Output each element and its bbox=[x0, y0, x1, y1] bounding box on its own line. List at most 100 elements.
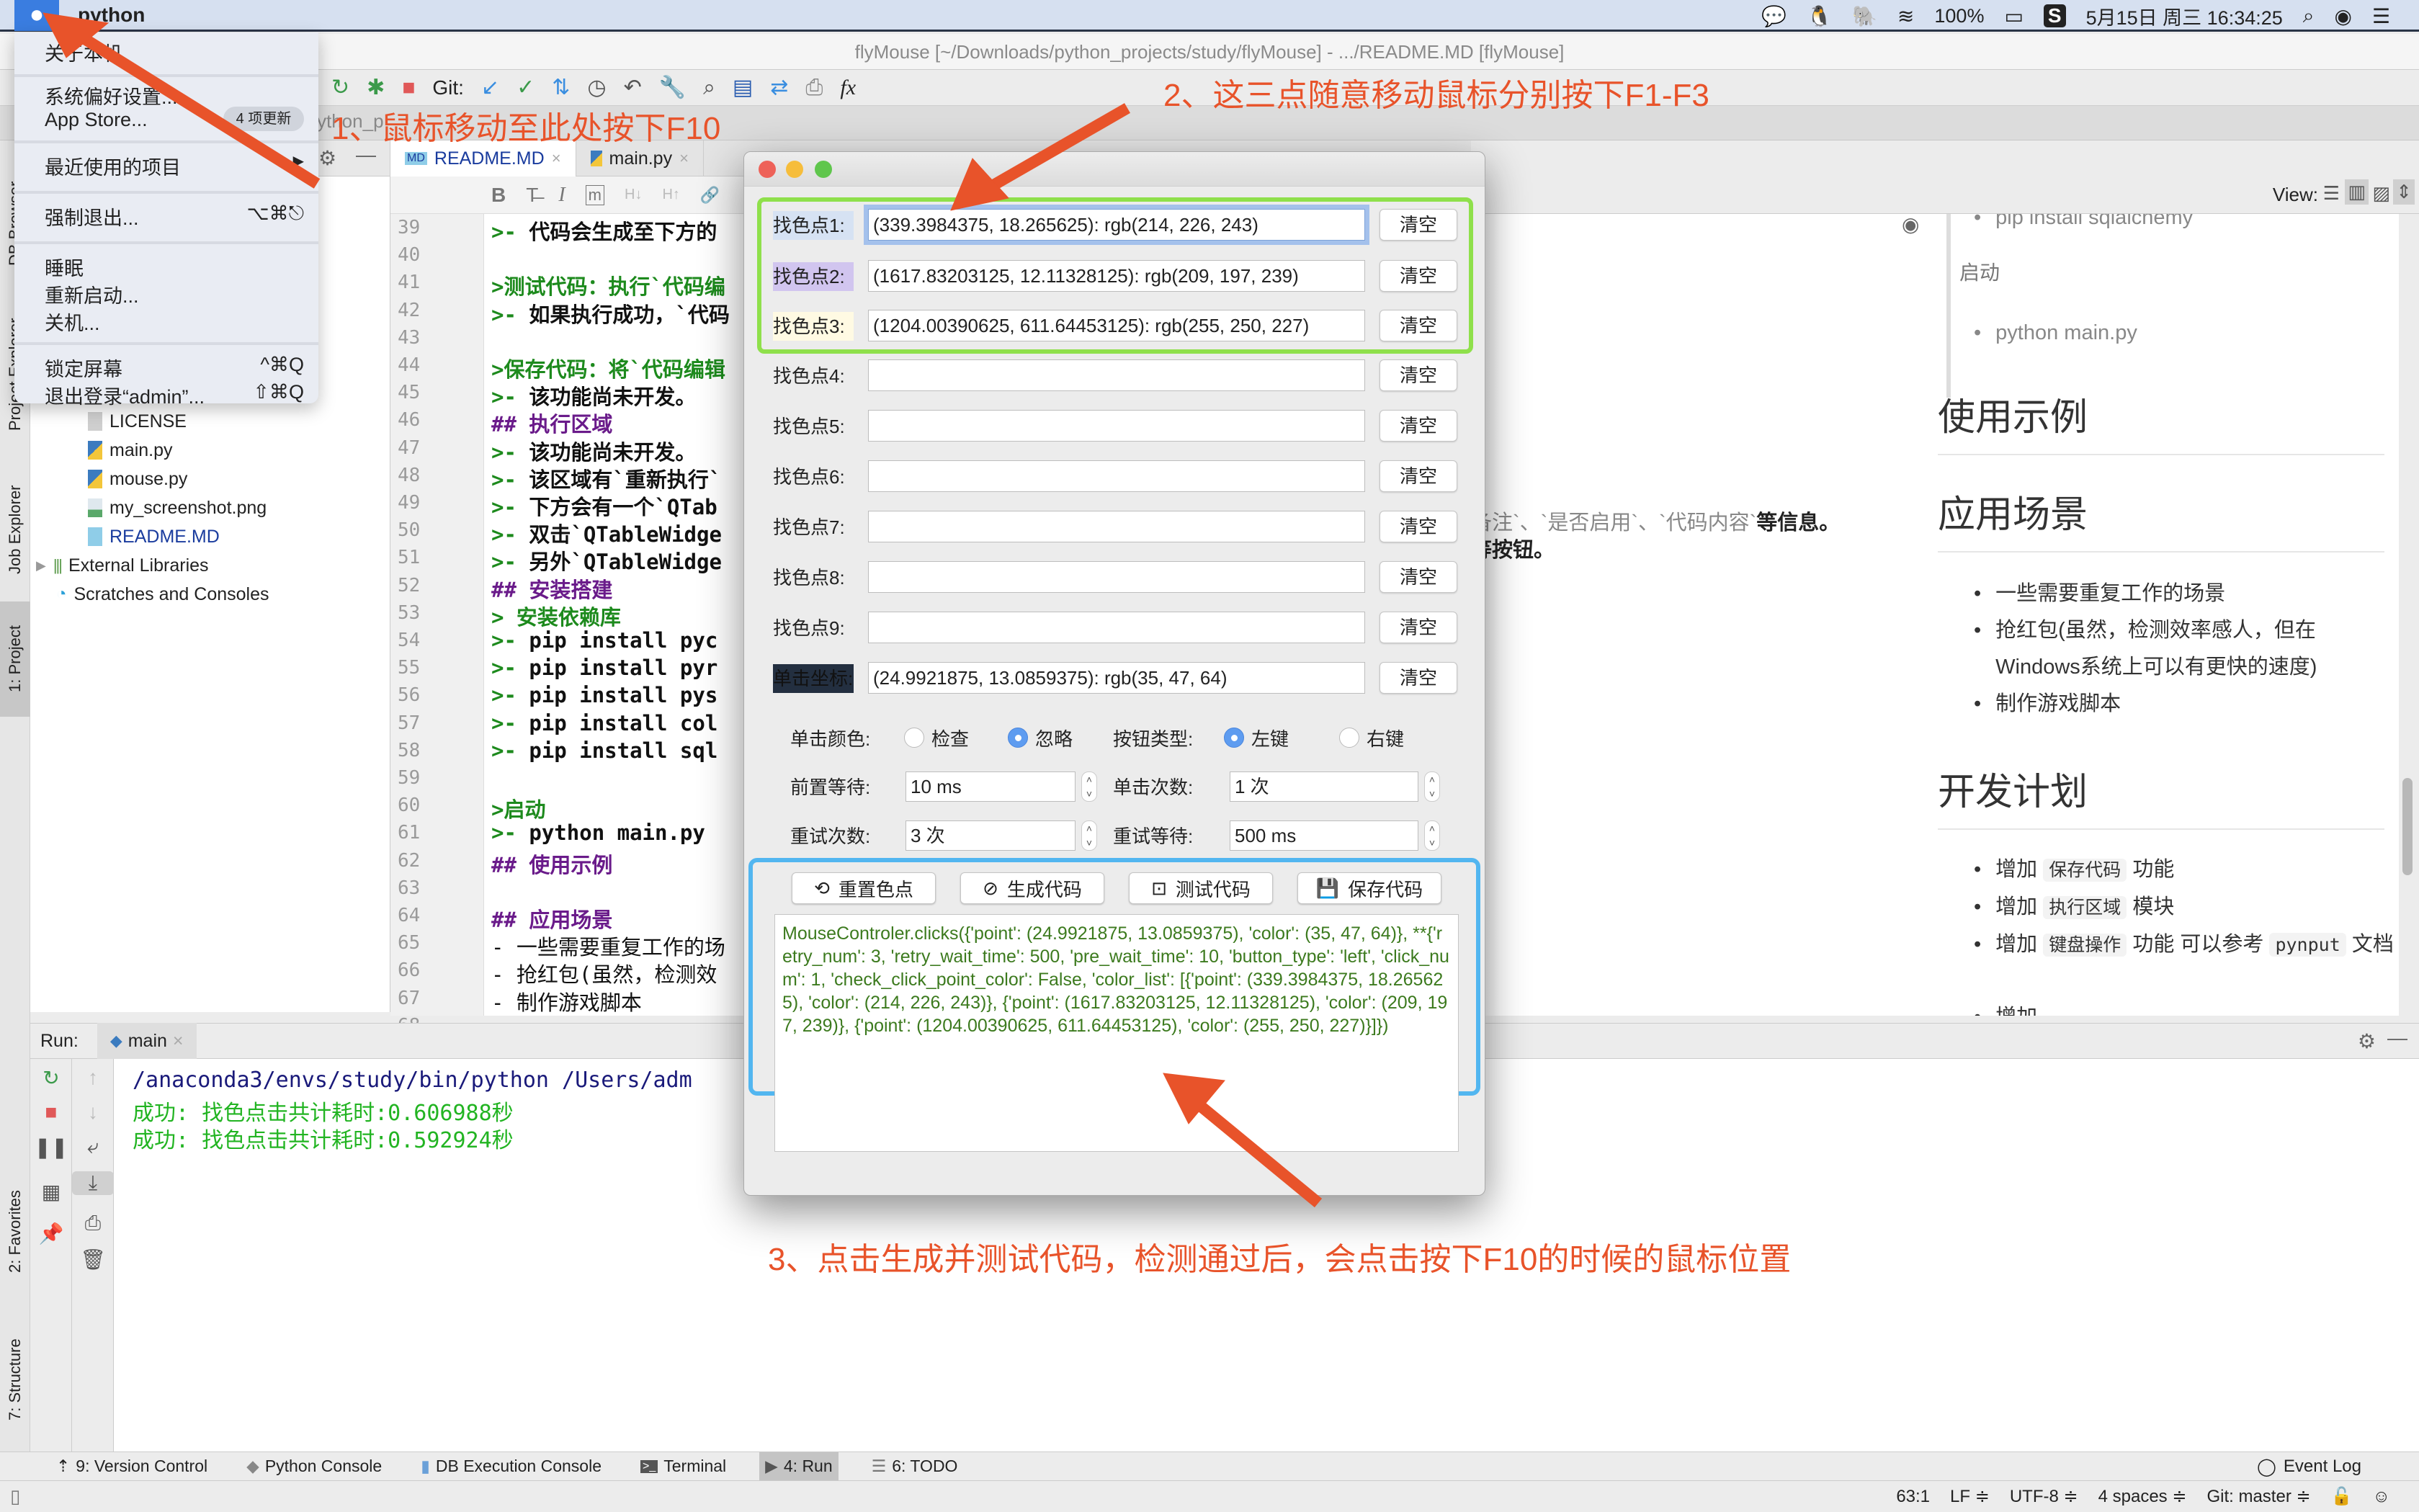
caret-position[interactable]: 63:1 bbox=[1896, 1487, 1930, 1507]
wechat-icon[interactable]: 💬 bbox=[1761, 4, 1787, 28]
stop-icon[interactable]: ■ bbox=[402, 76, 415, 99]
test-code-button[interactable]: ⊡ 测试代码 bbox=[1129, 872, 1273, 904]
clear-button[interactable]: 清空 bbox=[1380, 260, 1457, 292]
menu-item-shutdown[interactable]: 关机... bbox=[45, 308, 100, 336]
tool-terminal[interactable]: >_ Terminal bbox=[635, 1452, 732, 1481]
point-value-input[interactable]: (339.3984375, 18.265625): rgb(214, 226, … bbox=[864, 205, 1369, 245]
radio-button[interactable] bbox=[904, 728, 924, 748]
scroll-to-end-icon[interactable]: ⤓ bbox=[72, 1171, 114, 1195]
qq-icon[interactable]: 🐧 bbox=[1807, 4, 1832, 28]
layout-icon[interactable]: ▦ bbox=[30, 1180, 72, 1204]
menu-item-force-quit[interactable]: 强制退出... bbox=[45, 202, 139, 231]
view-editor-icon[interactable]: ☰ bbox=[2323, 182, 2340, 205]
git-branch[interactable]: Git: master ≑ bbox=[2206, 1486, 2310, 1507]
tab-project[interactable]: 1: Project bbox=[0, 601, 30, 717]
hide-icon[interactable]: — bbox=[2387, 1026, 2407, 1050]
dialog-titlebar[interactable] bbox=[744, 152, 1485, 187]
s-app-icon[interactable]: S bbox=[2043, 4, 2066, 27]
close-tab-icon[interactable]: × bbox=[679, 149, 689, 168]
point-value-input[interactable]: (1204.00390625, 611.64453125): rgb(255, … bbox=[868, 310, 1365, 341]
layout-toggle-icon[interactable]: ▯ bbox=[10, 1485, 20, 1508]
trash-icon[interactable]: 🗑 bbox=[72, 1248, 114, 1271]
clear-button[interactable]: 清空 bbox=[1380, 209, 1457, 241]
menu-item-app-store[interactable]: App Store... bbox=[45, 109, 148, 131]
line-separator[interactable]: LF ≑ bbox=[1950, 1486, 1990, 1507]
radio-left-button[interactable]: 左键 bbox=[1224, 723, 1289, 752]
notification-list-icon[interactable]: ☰ bbox=[2372, 4, 2390, 28]
generated-code-output[interactable]: MouseControler.clicks({'point': (24.9921… bbox=[774, 914, 1459, 1152]
up-icon[interactable]: ↑ bbox=[72, 1066, 114, 1089]
tab-favorites[interactable]: 2: Favorites bbox=[0, 1163, 30, 1300]
view-preview-icon[interactable]: ▨ bbox=[2372, 182, 2390, 205]
revert-icon[interactable]: ↶ bbox=[624, 76, 642, 99]
diff-icon[interactable]: ⇄ bbox=[770, 76, 788, 99]
run-tab-main[interactable]: ◆ main × bbox=[97, 1023, 197, 1059]
app-name[interactable]: python bbox=[78, 4, 145, 27]
point-value-input[interactable]: (24.9921875, 13.0859375): rgb(35, 47, 64… bbox=[868, 662, 1365, 694]
clear-button[interactable]: 清空 bbox=[1380, 359, 1457, 391]
preview-scrollbar[interactable] bbox=[2402, 778, 2413, 875]
strikethrough-button[interactable]: T̶ bbox=[526, 184, 538, 207]
italic-button[interactable]: I bbox=[558, 184, 565, 207]
plugin-icon[interactable]: ⎙ bbox=[805, 76, 823, 99]
tool-version-control[interactable]: ⇡ 9: Version Control bbox=[50, 1452, 213, 1481]
battery-icon[interactable]: ▭ bbox=[2004, 4, 2023, 28]
radio-button[interactable] bbox=[1224, 728, 1244, 748]
git-commit-icon[interactable]: ✓ bbox=[517, 76, 535, 99]
clear-button[interactable]: 清空 bbox=[1380, 410, 1457, 442]
point-value-input[interactable] bbox=[868, 612, 1365, 643]
point-value-input[interactable] bbox=[868, 561, 1365, 593]
generate-code-button[interactable]: ⊘ 生成代码 bbox=[960, 872, 1104, 904]
event-log-button[interactable]: ◯ Event Log bbox=[2257, 1453, 2361, 1480]
tree-item-main-py[interactable]: main.py bbox=[88, 436, 173, 465]
git-compare-icon[interactable]: ⇅ bbox=[552, 76, 570, 99]
menu-item-sleep[interactable]: 睡眠 bbox=[45, 253, 84, 281]
wrench-icon[interactable]: 🔧 bbox=[659, 76, 686, 99]
tree-item-scratches[interactable]: ◔ Scratches and Consoles bbox=[56, 580, 269, 609]
radio-button[interactable] bbox=[1339, 728, 1359, 748]
pre-wait-stepper[interactable]: ˄ ˅ bbox=[1081, 771, 1097, 802]
gear-icon[interactable]: ⚙ bbox=[318, 146, 336, 170]
point-value-input[interactable] bbox=[868, 359, 1365, 391]
clear-button[interactable]: 清空 bbox=[1380, 612, 1457, 643]
wifi-icon[interactable]: ≋ bbox=[1897, 4, 1914, 28]
menu-item-recent-items[interactable]: 最近使用的项目 bbox=[45, 152, 181, 180]
stop-icon[interactable]: ■ bbox=[30, 1101, 72, 1124]
bold-button[interactable]: B bbox=[491, 184, 506, 207]
tree-item-mouse-py[interactable]: mouse.py bbox=[88, 465, 187, 493]
down-icon[interactable]: ↓ bbox=[72, 1101, 114, 1124]
radio-right-button[interactable]: 右键 bbox=[1339, 723, 1404, 752]
point-value-input[interactable] bbox=[868, 511, 1365, 542]
tree-item-readme[interactable]: README.MD bbox=[88, 522, 220, 551]
point-value-input[interactable]: (1617.83203125, 12.11328125): rgb(209, 1… bbox=[868, 260, 1365, 292]
print-icon[interactable]: ⎙ bbox=[72, 1212, 114, 1235]
retry-num-spinbox[interactable]: 3 次 bbox=[906, 820, 1076, 851]
close-window-button[interactable] bbox=[759, 161, 776, 178]
file-encoding[interactable]: UTF-8 ≑ bbox=[2010, 1486, 2078, 1507]
indent-setting[interactable]: 4 spaces ≑ bbox=[2098, 1486, 2187, 1507]
view-split-icon[interactable]: ▥ bbox=[2345, 179, 2369, 205]
tool-db-console[interactable]: ▮ DB Execution Console bbox=[415, 1452, 607, 1481]
tool-todo[interactable]: ☰ 6: TODO bbox=[866, 1452, 964, 1481]
inspector-icon[interactable]: ☺ bbox=[2372, 1487, 2390, 1507]
menu-item-logout[interactable]: 退出登录“admin”... bbox=[45, 381, 205, 409]
click-num-spinbox[interactable]: 1 次 bbox=[1230, 771, 1418, 802]
tool-run[interactable]: ▶ 4: Run bbox=[759, 1451, 839, 1481]
menu-item-system-preferences[interactable]: 系统偏好设置... bbox=[45, 81, 178, 109]
find-icon[interactable]: ⌕ bbox=[703, 76, 715, 99]
retry-wait-stepper[interactable]: ˄ ˅ bbox=[1424, 820, 1440, 851]
search-icon[interactable]: ⌕ bbox=[2303, 4, 2315, 28]
soft-wrap-icon[interactable]: ⤶ bbox=[72, 1135, 114, 1159]
function-icon[interactable]: fx bbox=[840, 76, 856, 99]
git-update-icon[interactable]: ↙ bbox=[481, 76, 499, 99]
debug-icon[interactable]: ✱ bbox=[367, 76, 385, 99]
pre-wait-spinbox[interactable]: 10 ms bbox=[906, 771, 1076, 802]
radio-check-color[interactable]: 检查 bbox=[904, 723, 969, 752]
clear-button[interactable]: 清空 bbox=[1380, 310, 1457, 341]
lock-icon[interactable]: 🔓 bbox=[2331, 1486, 2353, 1507]
minimize-window-button[interactable] bbox=[786, 161, 803, 178]
tree-item-license[interactable]: LICENSE bbox=[88, 407, 187, 436]
pin-icon[interactable]: 📌 bbox=[30, 1222, 72, 1245]
tab-job-explorer[interactable]: Job Explorer bbox=[0, 465, 30, 594]
clear-button[interactable]: 清空 bbox=[1380, 561, 1457, 593]
